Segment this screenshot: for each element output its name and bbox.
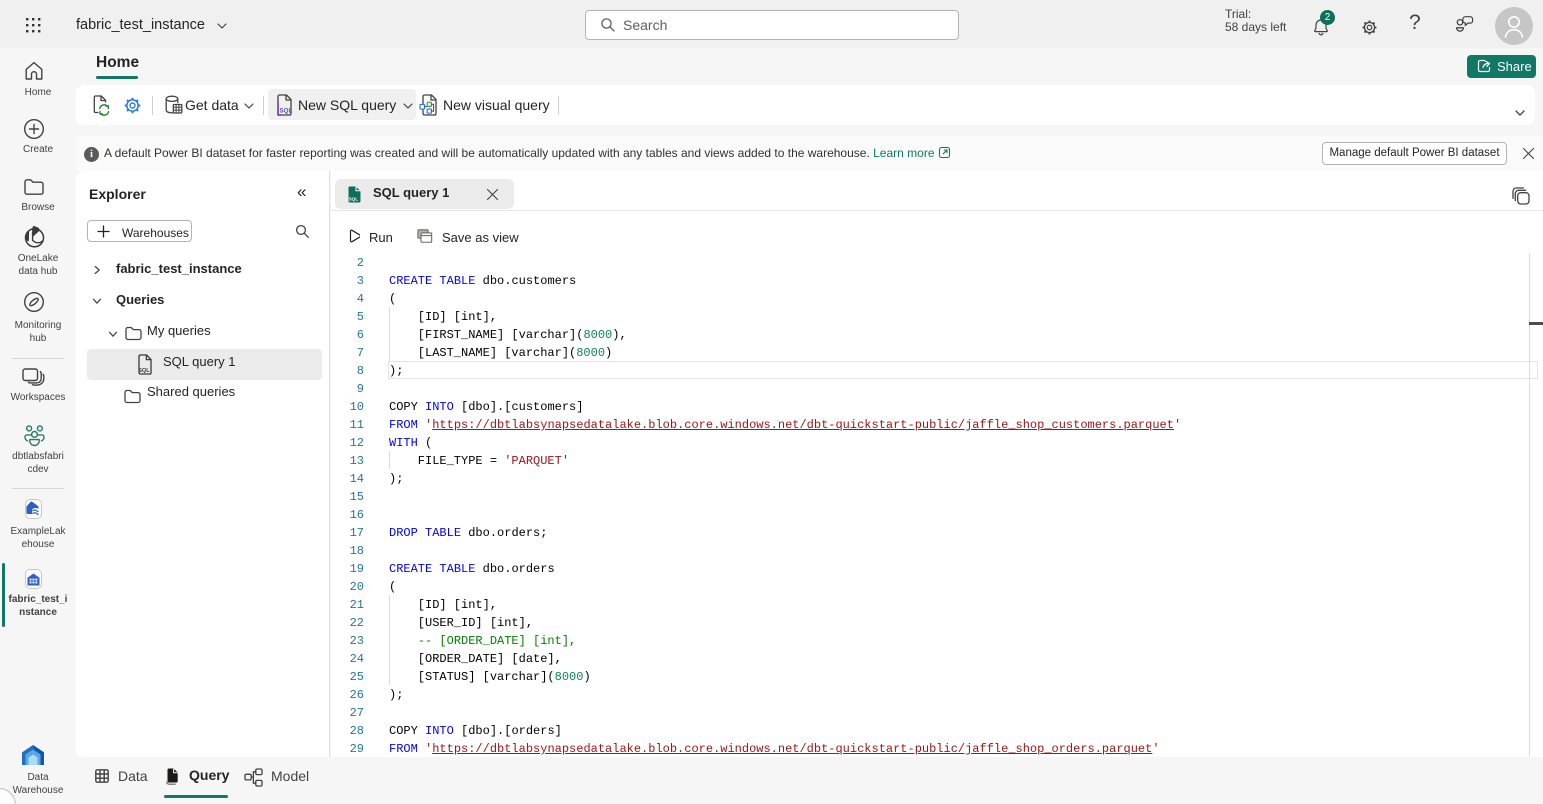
svg-text:SQL: SQL <box>349 197 359 202</box>
svg-text:SQL: SQL <box>280 108 293 115</box>
svg-text:SQL: SQL <box>138 368 150 374</box>
